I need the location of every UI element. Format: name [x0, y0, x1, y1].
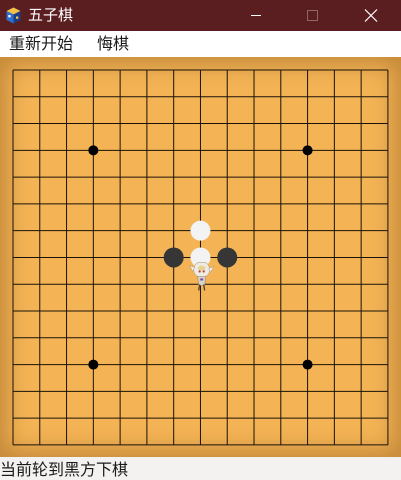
maximize-icon — [307, 10, 318, 21]
game-board[interactable] — [0, 57, 401, 457]
black-stone — [217, 247, 238, 268]
chibi-character-cursor-icon — [189, 262, 215, 291]
minimize-icon — [251, 15, 261, 16]
status-text: 当前轮到黑方下棋 — [0, 460, 129, 479]
status-bar: 当前轮到黑方下棋 — [0, 457, 401, 480]
star-point — [88, 359, 99, 370]
minimize-button[interactable] — [233, 0, 279, 31]
star-point — [88, 145, 99, 156]
star-point — [302, 359, 313, 370]
menu-restart[interactable]: 重新开始 — [9, 34, 73, 54]
menu-undo[interactable]: 悔棋 — [97, 34, 129, 54]
menu-bar: 重新开始 悔棋 — [0, 31, 401, 57]
close-button[interactable] — [348, 0, 394, 31]
maximize-button[interactable] — [290, 0, 336, 31]
title-bar[interactable]: 五子棋 — [0, 0, 401, 31]
black-stone — [163, 247, 184, 268]
star-point — [302, 145, 313, 156]
game-cube-icon — [6, 7, 21, 24]
window-title: 五子棋 — [28, 6, 74, 24]
board-canvas[interactable] — [0, 57, 401, 457]
close-icon — [364, 9, 378, 22]
white-stone — [190, 220, 211, 241]
